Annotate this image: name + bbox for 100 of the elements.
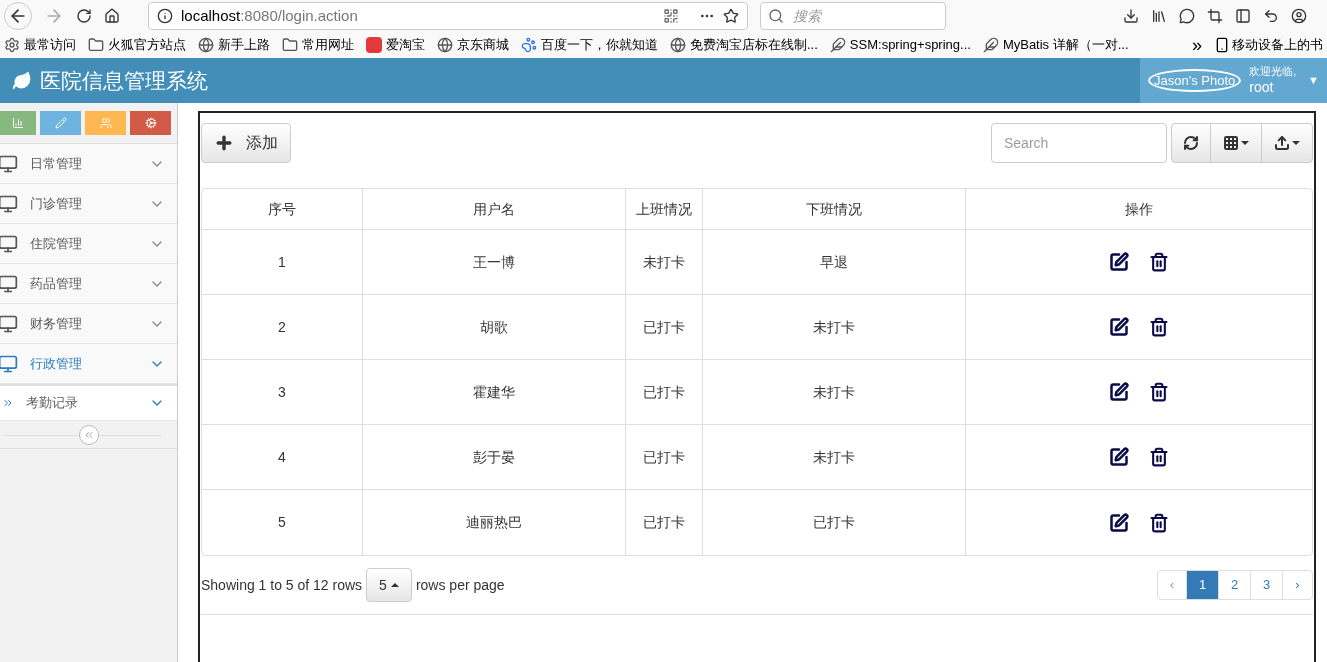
globe-icon [198,37,214,53]
search-field[interactable]: 搜索 [760,2,946,30]
chat-icon[interactable] [1179,8,1195,24]
sidebar-item[interactable]: 药品管理 [0,264,177,304]
feather-icon [982,37,999,53]
table-cell: 已打卡 [703,490,966,555]
table-cell: 迪丽热巴 [363,490,626,555]
bar-chart-icon [12,117,24,129]
table-cell: 2 [202,295,363,359]
caret-icon: ▼ [1308,72,1319,89]
column-header: 序号 [202,189,363,229]
sidebar-item[interactable]: 门诊管理 [0,184,177,224]
table-cell: 未打卡 [626,230,703,294]
table-cell: 早退 [703,230,966,294]
sidebar-icon[interactable] [1235,8,1251,24]
users-icon [99,117,112,129]
download-icon[interactable] [1123,8,1139,24]
table-cell: 3 [202,360,363,424]
star-icon[interactable] [723,8,739,24]
grid-icon [1223,135,1239,151]
bookmark-link[interactable]: 最常访问 [4,35,76,55]
monitor-icon [0,233,18,254]
table-cell: 已打卡 [626,360,703,424]
bookmark-link[interactable]: 百度一下，你就知道 [521,35,658,55]
delete-icon[interactable] [1149,382,1169,402]
delete-icon[interactable] [1149,317,1169,337]
showing-text: Showing 1 to 5 of 12 rows [201,575,363,595]
sidebar-item[interactable]: 住院管理 [0,224,177,264]
more-bookmarks-button[interactable]: » [1192,32,1202,58]
reload-icon[interactable] [76,8,92,24]
monitor-icon [0,353,18,374]
bookmark-link[interactable]: MyBatis 详解（一对... [982,35,1129,55]
library-icon[interactable] [1151,8,1167,24]
table-cell: 已打卡 [626,295,703,359]
app-title: 医院信息管理系统 [40,67,208,94]
plus-icon [214,133,234,153]
phone-icon [1214,37,1230,53]
next-page-button[interactable]: › [1283,571,1312,599]
search-field[interactable]: Search [991,123,1167,163]
table-cell: 已打卡 [626,490,703,555]
bookmark-link[interactable]: 京东商城 [437,35,509,55]
edit-icon[interactable] [1109,382,1129,402]
delete-icon[interactable] [1149,447,1169,467]
bookmark-link[interactable]: 免费淘宝店标在线制... [670,35,818,55]
bookmark-link[interactable]: SSM:spring+spring... [829,35,971,55]
per-page-text: rows per page [415,575,505,595]
table-cell: 5 [202,490,363,555]
url-text: localhost:8080/login.action [181,5,358,26]
monitor-icon [0,153,18,174]
monitor-icon [0,273,18,294]
refresh-icon [1183,135,1199,151]
account-icon[interactable] [1291,8,1307,24]
bookmark-link[interactable]: 火狐官方站点 [88,35,186,55]
monitor-icon [0,313,18,334]
table-cell: 4 [202,425,363,489]
column-header: 下班情况 [703,189,966,229]
add-button[interactable]: 添加 [201,123,291,163]
edit-icon[interactable] [1109,317,1129,337]
page-button[interactable]: 1 [1187,571,1219,599]
table-cell: 已打卡 [626,425,703,489]
column-header: 上班情况 [626,189,703,229]
leaf-icon [12,70,32,91]
user-name: root [1249,78,1275,97]
address-bar[interactable]: localhost:8080/login.action [148,2,748,30]
user-photo: Jason's Photo [1148,68,1242,93]
table-cell: 彭于晏 [363,425,626,489]
gear-icon [4,37,20,53]
sidebar-item[interactable]: 日常管理 [0,144,177,184]
search-icon [768,8,784,24]
undo-icon[interactable] [1263,8,1279,24]
mobile-bookmarks-link[interactable]: 移动设备上的书 [1214,35,1323,55]
edit-icon[interactable] [1109,512,1129,533]
paw-icon [521,37,537,53]
sidebar-item[interactable]: 财务管理 [0,304,177,344]
column-header: 用户名 [363,189,626,229]
settings-button[interactable] [130,111,171,135]
double-chevron-icon [2,397,14,409]
qr-code-icon[interactable] [663,8,679,24]
page-size-button[interactable]: 5 [366,568,412,602]
bookmark-link[interactable]: 爱淘宝 [366,35,425,55]
home-icon[interactable] [104,8,120,24]
info-icon[interactable] [157,8,173,24]
table-cell: 未打卡 [703,425,966,489]
sidebar-subitem[interactable]: 考勤记录 [0,384,177,421]
page-button[interactable]: 2 [1219,571,1251,599]
feather-icon [829,37,846,53]
bookmark-link[interactable]: 常用网址 [282,35,354,55]
delete-icon[interactable] [1149,252,1169,272]
table-cell: 王一博 [363,230,626,294]
monitor-icon [0,193,18,214]
delete-icon[interactable] [1149,512,1169,533]
page-button[interactable]: 3 [1251,571,1283,599]
crop-icon[interactable] [1207,8,1223,24]
globe-icon [670,37,686,53]
globe-icon [437,37,453,53]
folder-icon [88,37,104,53]
sidebar-item[interactable]: 行政管理 [0,344,177,384]
bookmark-link[interactable]: 新手上路 [198,35,270,55]
edit-icon[interactable] [1109,252,1129,272]
edit-icon[interactable] [1109,447,1129,467]
